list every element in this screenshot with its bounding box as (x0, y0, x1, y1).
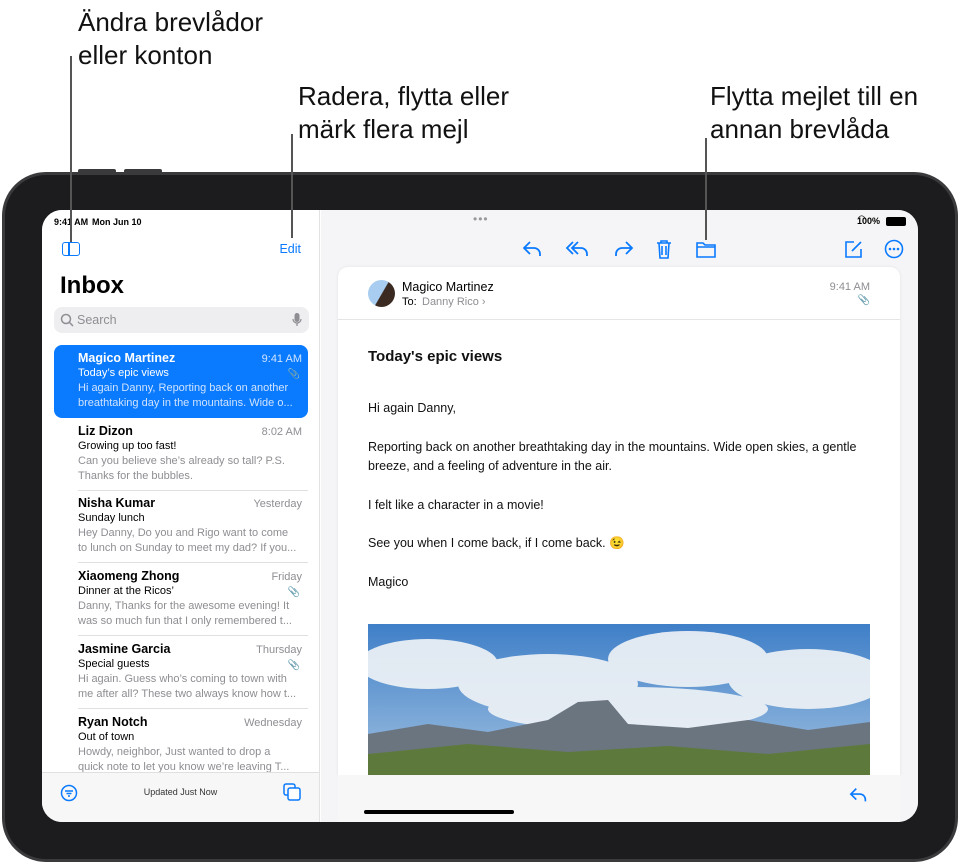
callout-line (291, 134, 293, 238)
reply-all-icon[interactable] (564, 238, 592, 260)
time: Thursday (256, 643, 302, 656)
attachment-icon: 📎 (287, 659, 300, 671)
message-paragraph: Magico (368, 575, 409, 589)
subject: Out of town (78, 730, 135, 743)
edit-button[interactable]: Edit (279, 242, 301, 256)
subject: Today’s epic views (78, 367, 169, 379)
status-date: Mon Jun 10 (92, 217, 142, 227)
message-paragraph: Reporting back on another breathtaking d… (368, 440, 857, 473)
message-paragraph: Hi again Danny, (368, 401, 457, 415)
page-title: Inbox (60, 272, 124, 299)
callout-line (70, 56, 72, 242)
search-placeholder: Search (77, 313, 117, 327)
subject: Special guests (78, 657, 150, 670)
preview: Thanks for the bubbles. (78, 469, 193, 482)
message-time: 9:41 AM (829, 281, 870, 293)
mountain-photo[interactable] (368, 624, 870, 775)
callout-edit: Radera, flytta eller märk flera mejl (298, 81, 509, 144)
message-paragraph: I felt like a character in a movie! (368, 498, 544, 512)
attachment-icon: 📎 (857, 295, 870, 306)
message-paragraph: See you when I come back, if I come back… (368, 536, 625, 550)
sender: Xiaomeng Zhong (78, 569, 180, 584)
callout-line (705, 138, 707, 240)
search-icon (60, 313, 74, 327)
message-sender[interactable]: Magico Martinez (402, 280, 494, 294)
preview: Hi again. Guess who’s coming to town wit… (78, 672, 287, 685)
time: Yesterday (253, 498, 302, 511)
update-status: Updated Just Now (143, 787, 218, 797)
subject: Dinner at the Ricos’ (78, 585, 174, 598)
preview: Hi again Danny, Reporting back on anothe… (78, 382, 289, 394)
preview: to lunch on Sunday to meet my dad? If yo… (78, 542, 297, 555)
attachment-icon: 📎 (287, 587, 300, 599)
message-list-item[interactable]: Jasmine Garcia Thursday 📎 Special guests… (54, 636, 308, 709)
wifi-icon: ◠ (857, 214, 866, 225)
message-card: Magico Martinez To: Danny Rico › 9:41 AM… (338, 267, 900, 775)
message-list-item[interactable]: Liz Dizon 8:02 AM Growing up too fast! C… (54, 418, 308, 491)
preview: me after all? These two always know how … (78, 687, 297, 700)
message-list-item[interactable]: Xiaomeng Zhong Friday 📎 Dinner at the Ri… (54, 563, 308, 637)
search-input[interactable]: Search (54, 307, 309, 333)
attachment-icon: 📎 (287, 369, 300, 380)
mailbox-sidebar: 9:41 AM Mon Jun 10 Edit Inbox Search Mag… (42, 210, 320, 822)
message-list-item[interactable]: Ryan Notch Wednesday Out of town Howdy, … (54, 709, 308, 782)
sidebar-footer: Updated Just Now (42, 772, 319, 822)
home-indicator (364, 810, 514, 814)
screen: 9:41 AM Mon Jun 10 Edit Inbox Search Mag… (42, 210, 918, 822)
message-subject: Today's epic views (368, 348, 503, 365)
compose-icon[interactable] (842, 238, 866, 260)
trash-icon[interactable] (652, 238, 676, 260)
multitasking-dots-icon[interactable]: ••• (473, 212, 489, 226)
microphone-icon[interactable] (292, 312, 302, 328)
avatar[interactable] (368, 280, 395, 307)
message-list-item[interactable]: Nisha Kumar Yesterday Sunday lunch Hey D… (54, 490, 308, 564)
reply-icon[interactable] (848, 785, 870, 805)
subject: Sunday lunch (78, 512, 145, 525)
divider (338, 319, 900, 320)
preview: Danny, Thanks for the awesome evening! I… (78, 600, 290, 613)
message-footer (338, 775, 900, 822)
callout-mailboxes: Ändra brevlådor eller konton (78, 7, 263, 70)
preview: Howdy, neighbor, Just wanted to drop a (78, 745, 271, 758)
to-label: To: (402, 296, 417, 308)
message-list-item[interactable]: Magico Martinez 9:41 AM 📎 Today’s epic v… (54, 345, 308, 418)
callout-move: Flytta mejlet till en annan brevlåda (710, 81, 919, 144)
time: Wednesday (244, 716, 302, 729)
stack-windows-icon[interactable] (283, 783, 301, 801)
subject: Growing up too fast! (78, 439, 177, 452)
sidebar-toggle-icon[interactable] (62, 242, 80, 256)
time: 9:41 AM (261, 353, 302, 365)
folder-icon[interactable] (694, 238, 718, 260)
reply-icon[interactable] (521, 238, 545, 260)
forward-icon[interactable] (611, 238, 635, 260)
preview: Can you believe she’s already so tall? P… (78, 454, 285, 467)
time: Friday (271, 571, 302, 584)
message-pane: ••• 100% ◠ Magico Martinez To: Danny Ric… (321, 210, 918, 822)
preview: breathtaking day in the mountains. Wide … (78, 397, 293, 409)
battery-icon (886, 217, 906, 226)
preview: was so much fun that I only remembered t… (78, 615, 292, 628)
time: 8:02 AM (261, 425, 302, 438)
preview: Hey Danny, Do you and Rigo want to come (78, 527, 289, 540)
recipient[interactable]: Danny Rico › (422, 296, 486, 308)
more-icon[interactable] (882, 238, 906, 260)
